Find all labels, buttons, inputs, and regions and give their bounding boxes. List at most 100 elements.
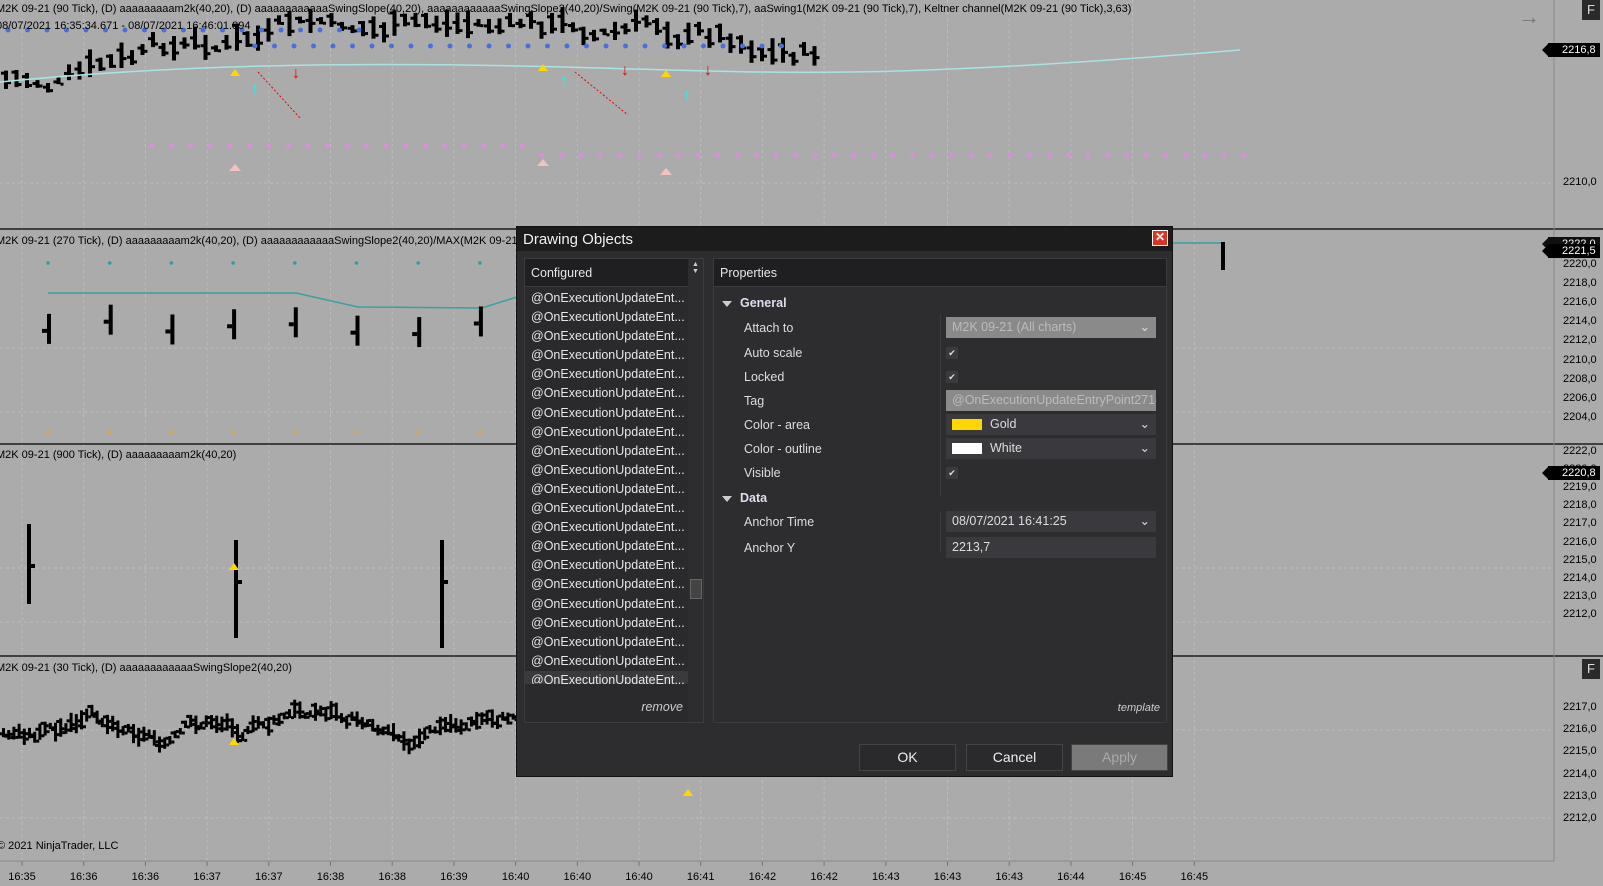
collapse-triangle-icon[interactable] (722, 495, 732, 502)
arrow-right-icon[interactable]: → (1518, 4, 1540, 30)
configured-item[interactable]: @OnExecutionUpdateEnt... (525, 442, 689, 461)
bar-open (288, 322, 294, 327)
price-bar (161, 43, 166, 57)
locked-checkbox[interactable]: ✔ (946, 371, 958, 383)
scroll-up-icon[interactable]: ▲ (688, 261, 703, 268)
price-bar (487, 18, 491, 34)
ok-button[interactable]: OK (859, 744, 956, 771)
remove-button[interactable]: remove (641, 700, 683, 714)
bar-open (175, 730, 179, 734)
template-link[interactable]: template (1118, 702, 1160, 714)
configured-item[interactable]: @OnExecutionUpdateEnt... (525, 575, 689, 594)
price-bar (293, 307, 298, 338)
configured-item[interactable]: @OnExecutionUpdateEnt... (525, 365, 689, 384)
section-general[interactable]: General (722, 296, 787, 310)
bar-open (641, 17, 645, 21)
bar-open (347, 714, 351, 718)
bar-close (176, 51, 179, 55)
swing-low-dot (910, 152, 915, 158)
swing-low-dot (188, 143, 194, 149)
configured-item[interactable]: @OnExecutionUpdateEnt... (525, 480, 689, 499)
apply-button[interactable]: Apply (1071, 744, 1168, 771)
scroll-down-icon[interactable]: ▼ (688, 268, 703, 275)
anchor-time-picker[interactable]: 08/07/2021 16:41:25 ⌄ (946, 511, 1156, 532)
list-scrollbar[interactable]: ▲ ▼ (688, 259, 703, 722)
f-button[interactable]: F (1582, 0, 1600, 20)
bar-close (302, 20, 305, 24)
bar-close (348, 722, 352, 726)
configured-item[interactable]: @OnExecutionUpdateEnt... (525, 556, 689, 575)
configured-item[interactable]: @OnExecutionUpdateEnt... (525, 404, 689, 423)
bar-close (512, 24, 515, 28)
bar-close (722, 37, 725, 41)
configured-item[interactable]: @OnExecutionUpdateEnt... (525, 423, 689, 442)
bar-open (40, 721, 44, 725)
price-bar (423, 727, 427, 741)
bar-close (806, 52, 809, 56)
color-area-select[interactable]: Gold ⌄ (946, 414, 1156, 435)
swing-high-dot (317, 27, 323, 33)
configured-item[interactable]: @OnExecutionUpdateEnt... (525, 652, 689, 671)
section-data[interactable]: Data (722, 491, 767, 505)
configured-item[interactable]: @OnExecutionUpdateEnt... (525, 461, 689, 480)
configured-item[interactable]: @OnExecutionUpdateEnt... (525, 537, 689, 556)
swing-low-dot (695, 152, 701, 158)
bar-close (417, 23, 421, 27)
bar-close (197, 44, 200, 48)
panel1-date-range: 08/07/2021 16:35:34.671 - 08/07/2021 16:… (0, 20, 251, 32)
price-axis-label: 2210,0 (1563, 353, 1597, 366)
anchor-y-field[interactable]: 2213,7 (946, 537, 1156, 558)
auto-scale-checkbox[interactable]: ✔ (946, 347, 958, 359)
time-axis-label: 16:36 (131, 871, 160, 883)
bar-open (704, 35, 708, 39)
swing-high-dot (278, 27, 284, 33)
bar-open (404, 738, 408, 742)
price-bar (319, 17, 323, 25)
price-bar (27, 524, 31, 604)
dot (46, 261, 50, 265)
bar-open (342, 717, 346, 721)
bar-open (4, 734, 8, 738)
color-outline-select[interactable]: White ⌄ (946, 438, 1156, 459)
configured-item[interactable]: @OnExecutionUpdateEnt... (525, 289, 689, 308)
bar-close (421, 741, 424, 745)
swing-high-dot (603, 43, 609, 49)
price-bar (130, 50, 134, 65)
bar-open (715, 24, 718, 28)
bar-open (129, 726, 132, 730)
time-axis-label: 16:37 (193, 871, 221, 883)
price-bar (781, 37, 785, 63)
configured-item[interactable]: @OnExecutionUpdateEnt... (525, 308, 689, 327)
swing-low-dot (344, 143, 350, 149)
configured-item[interactable]: @OnExecutionUpdateEnt... (525, 499, 689, 518)
visible-checkbox[interactable]: ✔ (946, 467, 958, 479)
bar-open (610, 30, 613, 34)
bar-close (386, 34, 389, 38)
configured-item[interactable]: @OnExecutionUpdateEnt... (525, 518, 689, 537)
bar-open (217, 723, 221, 727)
scroll-thumb[interactable] (690, 579, 702, 599)
price-bar (434, 15, 439, 33)
bar-open (809, 51, 813, 55)
bar-open (165, 329, 171, 334)
price-bar (355, 315, 360, 346)
configured-item[interactable]: @OnExecutionUpdateEnt... (525, 346, 689, 365)
bar-open (498, 714, 502, 718)
configured-item[interactable]: @OnExecutionUpdateEnt... (525, 384, 689, 403)
configured-item[interactable]: @OnExecutionUpdateEnt... (525, 327, 689, 346)
collapse-triangle-icon[interactable] (722, 300, 732, 307)
configured-item[interactable]: @OnExecutionUpdateEnt... (525, 614, 689, 633)
close-icon[interactable]: ✕ (1152, 230, 1168, 246)
swing-high-dot (681, 43, 687, 49)
f-button-panel4[interactable]: F (1582, 659, 1600, 679)
swing-low-dot (266, 143, 272, 149)
configured-item[interactable]: @OnExecutionUpdateEnt... (525, 670, 689, 684)
bar-open (42, 328, 47, 333)
swing-low-dot (422, 143, 428, 149)
configured-item[interactable]: @OnExecutionUpdateEnt... (525, 595, 689, 614)
bar-open (1, 71, 4, 75)
configured-item[interactable]: @OnExecutionUpdateEnt... (525, 633, 689, 652)
cancel-button[interactable]: Cancel (966, 744, 1063, 771)
price-axis-label: 2215,0 (1563, 745, 1597, 758)
price-bar (350, 25, 355, 34)
